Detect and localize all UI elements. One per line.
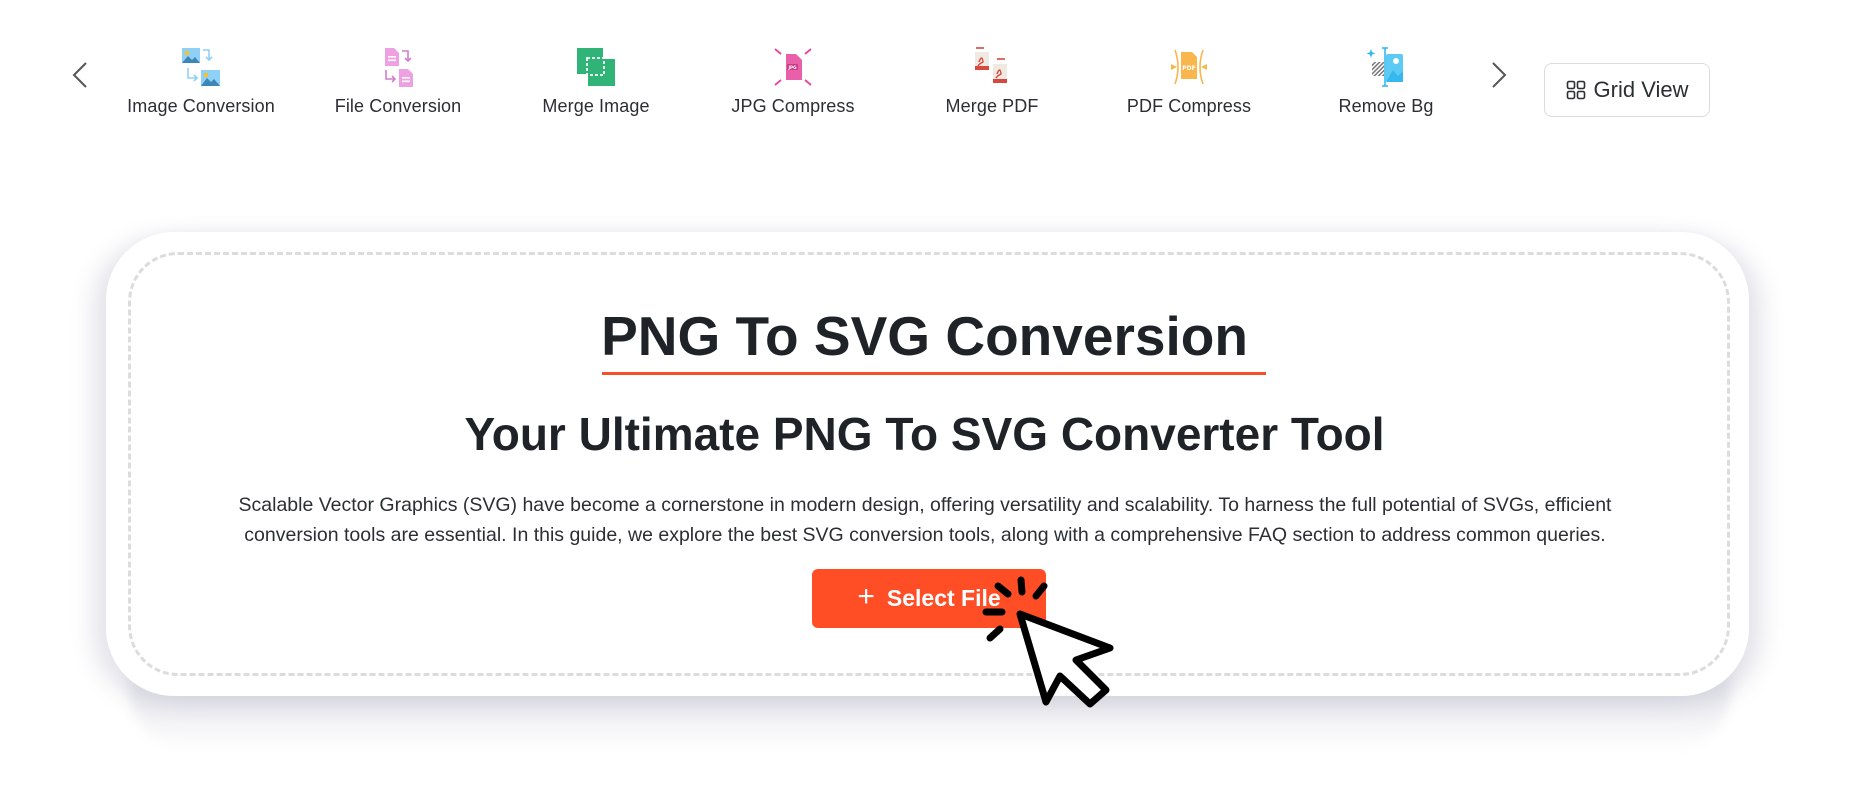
- tool-label: Merge Image: [542, 96, 650, 116]
- chevron-left-icon: [72, 62, 87, 88]
- tool-remove-bg[interactable]: Remove Bg: [1291, 46, 1481, 122]
- grid-view-label: Grid View: [1593, 77, 1689, 102]
- image-conversion-icon: [182, 48, 220, 86]
- svg-text:PDF: PDF: [1182, 65, 1195, 72]
- previous-tools-button[interactable]: [65, 60, 95, 90]
- grid-icon: [1566, 80, 1585, 100]
- plus-icon: +: [857, 580, 875, 613]
- merge-pdf-icon: [975, 47, 1007, 83]
- tool-pdf-compress[interactable]: PDF PDF Compress: [1094, 46, 1284, 122]
- page-description: Scalable Vector Graphics (SVG) have beco…: [238, 494, 1612, 546]
- tool-merge-pdf[interactable]: Merge PDF: [897, 46, 1087, 122]
- page-subtitle: Your Ultimate PNG To SVG Converter Tool: [464, 408, 1385, 460]
- title-underline: [602, 372, 1266, 375]
- tool-label: Remove Bg: [1338, 96, 1434, 116]
- remove-bg-icon: [1366, 47, 1403, 87]
- tool-label: JPG Compress: [731, 96, 855, 116]
- chevron-right-icon: [1492, 62, 1507, 88]
- tool-label: Image Conversion: [127, 96, 275, 116]
- grid-view-button[interactable]: Grid View: [1544, 63, 1710, 117]
- pdf-compress-icon: PDF: [1171, 49, 1207, 85]
- svg-text:JPG: JPG: [787, 65, 797, 70]
- tool-merge-image[interactable]: Merge Image: [501, 46, 691, 122]
- select-file-label: Select File: [886, 585, 1001, 611]
- select-file-button[interactable]: + Select File: [812, 569, 1046, 628]
- tool-jpg-compress[interactable]: JPG JPG Compress: [698, 46, 888, 122]
- jpg-compress-icon: JPG: [774, 48, 812, 86]
- tool-image-conversion[interactable]: Image Conversion: [106, 46, 296, 122]
- tool-label: Merge PDF: [945, 96, 1039, 116]
- tool-file-conversion[interactable]: File Conversion: [303, 46, 493, 122]
- tool-label: File Conversion: [334, 96, 462, 116]
- tool-label: PDF Compress: [1126, 96, 1252, 116]
- page-title: PNG To SVG Conversion: [601, 305, 1248, 367]
- file-conversion-icon: [385, 48, 413, 87]
- next-tools-button[interactable]: [1484, 60, 1514, 90]
- merge-image-icon: [577, 48, 615, 86]
